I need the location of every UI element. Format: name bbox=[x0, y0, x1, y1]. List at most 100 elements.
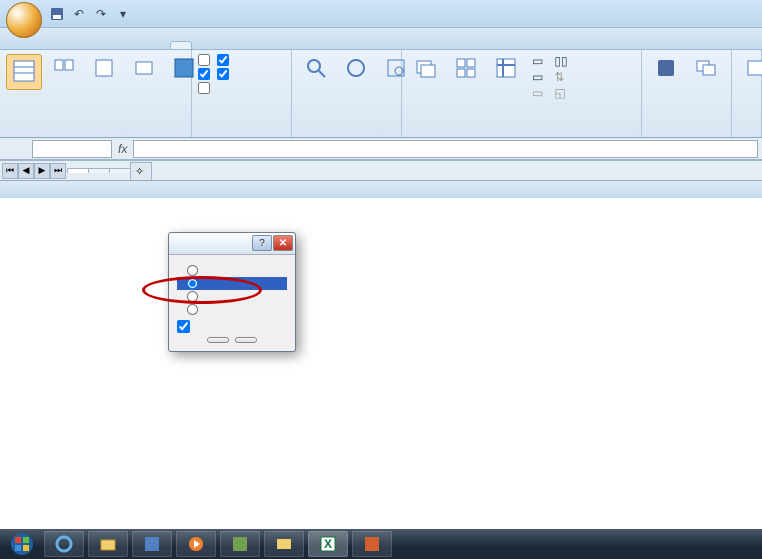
hide-button[interactable]: ▭ bbox=[532, 70, 546, 84]
arrange-all-button[interactable] bbox=[448, 54, 484, 84]
freeze-icon bbox=[494, 56, 518, 80]
save-icon[interactable] bbox=[48, 5, 66, 23]
tab-page-layout[interactable] bbox=[82, 41, 104, 49]
messagebar-checkbox[interactable] bbox=[198, 82, 213, 94]
sidebyside-icon: ▯▯ bbox=[554, 54, 567, 68]
sheet-nav-next[interactable]: ▶ bbox=[34, 163, 50, 179]
headings-checkbox[interactable] bbox=[217, 68, 232, 80]
formula-bar: fx bbox=[0, 138, 762, 160]
unhide-icon: ▭ bbox=[532, 86, 543, 100]
ribbon-tabs bbox=[0, 28, 762, 50]
taskbar-explorer[interactable] bbox=[88, 531, 128, 557]
page-layout-icon bbox=[50, 56, 78, 84]
active-workbook-checkbox[interactable] bbox=[177, 320, 287, 333]
new-window-button[interactable] bbox=[408, 54, 444, 84]
reset-position-button[interactable]: ◱ bbox=[554, 86, 570, 100]
sheet-nav-first[interactable]: ⏮ bbox=[2, 163, 18, 179]
group-window: ▭ ▭ ▭ ▯▯ ⇅ ◱ bbox=[402, 50, 642, 137]
macros-icon bbox=[744, 56, 762, 80]
sync-icon: ⇅ bbox=[554, 70, 564, 84]
sidebyside-button[interactable]: ▯▯ bbox=[554, 54, 570, 68]
fx-icon[interactable]: fx bbox=[118, 142, 127, 156]
zoom-100-icon bbox=[344, 56, 368, 80]
sheet-nav-prev[interactable]: ◀ bbox=[18, 163, 34, 179]
new-window-icon bbox=[414, 56, 438, 80]
group-zoom bbox=[292, 50, 402, 137]
split-button[interactable]: ▭ bbox=[532, 54, 546, 68]
split-icon: ▭ bbox=[532, 54, 543, 68]
dialog-help-button[interactable]: ? bbox=[252, 235, 272, 251]
radio-vertical[interactable] bbox=[177, 290, 287, 303]
zoom-icon bbox=[304, 56, 328, 80]
taskbar-app4[interactable] bbox=[352, 531, 392, 557]
group-macros bbox=[642, 50, 732, 137]
tab-data[interactable] bbox=[126, 41, 148, 49]
title-bar: ↶ ↷ ▾ bbox=[0, 0, 762, 28]
taskbar-media[interactable] bbox=[176, 531, 216, 557]
sheet-nav-last[interactable]: ⏭ bbox=[50, 163, 66, 179]
taskbar-app3[interactable] bbox=[264, 531, 304, 557]
unhide-button[interactable]: ▭ bbox=[532, 86, 546, 100]
tab-review[interactable] bbox=[148, 41, 170, 49]
macros-button[interactable] bbox=[738, 54, 762, 84]
formulabar-checkbox[interactable] bbox=[217, 54, 232, 66]
ribbon: ▭ ▭ ▭ ▯▯ ⇅ ◱ bbox=[0, 50, 762, 138]
save-workspace-button[interactable] bbox=[648, 54, 684, 84]
page-layout-button[interactable] bbox=[46, 54, 82, 88]
ok-button[interactable] bbox=[207, 337, 229, 343]
sheet-tab-3[interactable] bbox=[109, 168, 131, 173]
arrange-icon bbox=[454, 56, 478, 80]
redo-icon[interactable]: ↷ bbox=[92, 5, 110, 23]
page-break-icon bbox=[92, 56, 116, 80]
tab-home[interactable] bbox=[38, 41, 60, 49]
taskbar-ie[interactable] bbox=[44, 531, 84, 557]
dialog-title-bar[interactable]: ? ✕ bbox=[169, 233, 295, 255]
reset-icon: ◱ bbox=[554, 86, 565, 100]
custom-views-icon bbox=[132, 56, 156, 80]
cancel-button[interactable] bbox=[235, 337, 257, 343]
switch-windows-button[interactable] bbox=[688, 54, 724, 84]
name-box[interactable] bbox=[32, 140, 112, 158]
taskbar-app2[interactable] bbox=[220, 531, 260, 557]
radio-horizontal[interactable] bbox=[177, 277, 287, 290]
svg-text:X: X bbox=[324, 537, 332, 551]
radio-cascade[interactable] bbox=[177, 303, 287, 316]
ruler-checkbox[interactable] bbox=[198, 54, 213, 66]
freeze-panes-button[interactable] bbox=[488, 54, 524, 84]
switch-icon bbox=[694, 56, 718, 80]
taskbar-app1[interactable] bbox=[132, 531, 172, 557]
qat-dropdown-icon[interactable]: ▾ bbox=[114, 5, 132, 23]
start-button[interactable] bbox=[4, 530, 40, 558]
dialog-close-button[interactable]: ✕ bbox=[273, 235, 293, 251]
taskbar: X bbox=[0, 529, 762, 559]
taskbar-excel[interactable]: X bbox=[308, 531, 348, 557]
group-macros2 bbox=[732, 50, 762, 137]
tab-insert[interactable] bbox=[60, 41, 82, 49]
page-break-button[interactable] bbox=[86, 54, 122, 84]
custom-views-button[interactable] bbox=[126, 54, 162, 84]
undo-icon[interactable]: ↶ bbox=[70, 5, 88, 23]
zoom-100-button[interactable] bbox=[338, 54, 374, 84]
office-button[interactable] bbox=[6, 2, 42, 38]
formula-input[interactable] bbox=[133, 140, 758, 158]
hide-icon: ▭ bbox=[532, 70, 543, 84]
normal-view-button[interactable] bbox=[6, 54, 42, 90]
tab-addins[interactable] bbox=[192, 41, 214, 49]
syncscroll-button[interactable]: ⇅ bbox=[554, 70, 570, 84]
sheet-tab-bar: ⏮ ◀ ▶ ⏭ ✧ bbox=[0, 160, 762, 180]
quick-access-toolbar: ↶ ↷ ▾ bbox=[48, 5, 132, 23]
tab-view[interactable] bbox=[170, 41, 192, 49]
save-workspace-icon bbox=[654, 56, 678, 80]
group-workbook-views bbox=[0, 50, 192, 137]
group-show-hide bbox=[192, 50, 292, 137]
sheet-tab-new[interactable]: ✧ bbox=[130, 162, 152, 180]
radio-tiled[interactable] bbox=[177, 264, 287, 277]
sheet-tab-1[interactable] bbox=[67, 168, 89, 173]
zoom-button[interactable] bbox=[298, 54, 334, 84]
gridlines-checkbox[interactable] bbox=[198, 68, 213, 80]
sheet-tab-2[interactable] bbox=[88, 168, 110, 173]
normal-icon bbox=[10, 57, 38, 85]
arrange-windows-dialog: ? ✕ bbox=[168, 232, 296, 352]
tab-formulas[interactable] bbox=[104, 41, 126, 49]
status-bar bbox=[0, 180, 762, 198]
